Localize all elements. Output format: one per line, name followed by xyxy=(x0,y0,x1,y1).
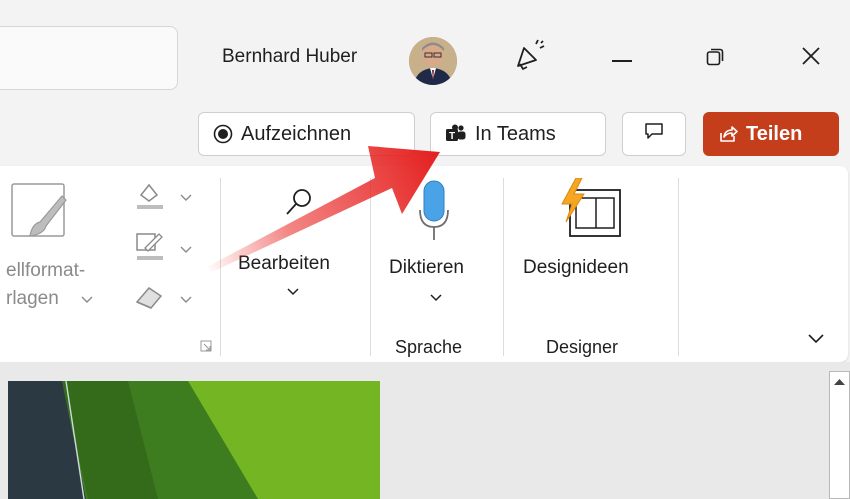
group-divider xyxy=(370,178,371,356)
edit-label[interactable]: Bearbeiten xyxy=(238,253,330,275)
microphone-icon[interactable] xyxy=(419,180,449,247)
slide-thumbnail[interactable] xyxy=(8,381,380,499)
chevron-down-icon[interactable] xyxy=(81,296,93,304)
share-button[interactable]: Teilen xyxy=(703,112,839,156)
svg-text:T: T xyxy=(449,131,455,142)
quick-styles-label-line2: rlagen xyxy=(6,288,59,309)
group-divider xyxy=(220,178,221,356)
design-ideas-label[interactable]: Designideen xyxy=(523,257,629,279)
record-icon xyxy=(213,124,233,144)
chevron-down-icon[interactable] xyxy=(430,294,442,302)
vertical-scrollbar[interactable] xyxy=(829,371,850,499)
quick-styles-label-line1: ellformat- xyxy=(6,260,86,281)
teams-label: In Teams xyxy=(475,122,556,145)
comments-button[interactable] xyxy=(622,112,686,156)
dialog-launcher-icon[interactable] xyxy=(200,340,212,352)
avatar[interactable] xyxy=(409,37,457,85)
chevron-down-icon[interactable] xyxy=(180,296,192,304)
shape-fill-icon[interactable] xyxy=(133,181,165,216)
minimize-icon[interactable] xyxy=(612,60,632,62)
search-box[interactable] xyxy=(0,26,178,90)
scroll-up-icon[interactable] xyxy=(830,372,849,392)
ribbon-expand-icon[interactable] xyxy=(808,334,824,344)
shape-outline-icon[interactable] xyxy=(133,230,165,267)
record-label: Aufzeichnen xyxy=(241,122,352,145)
teams-icon: T xyxy=(445,124,467,144)
restore-icon[interactable] xyxy=(706,48,724,66)
group-divider xyxy=(503,178,504,356)
quick-styles-icon[interactable] xyxy=(10,182,70,247)
search-icon[interactable] xyxy=(282,186,316,225)
shape-effects-icon[interactable] xyxy=(133,284,165,315)
share-icon xyxy=(718,124,738,144)
megaphone-icon[interactable] xyxy=(510,36,550,76)
dictate-label[interactable]: Diktieren xyxy=(389,257,464,279)
share-label: Teilen xyxy=(746,122,803,145)
group-label-designer: Designer xyxy=(546,337,619,357)
chevron-down-icon[interactable] xyxy=(287,288,299,296)
chevron-down-icon[interactable] xyxy=(180,194,192,202)
group-label-speech: Sprache xyxy=(395,337,463,357)
user-name[interactable]: Bernhard Huber xyxy=(222,46,357,68)
comment-icon xyxy=(644,122,664,146)
record-button[interactable]: Aufzeichnen xyxy=(198,112,415,156)
design-ideas-icon[interactable] xyxy=(556,177,626,245)
present-in-teams-button[interactable]: T In Teams xyxy=(430,112,606,156)
chevron-down-icon[interactable] xyxy=(180,246,192,254)
close-icon[interactable] xyxy=(800,45,822,67)
group-divider xyxy=(678,178,679,356)
